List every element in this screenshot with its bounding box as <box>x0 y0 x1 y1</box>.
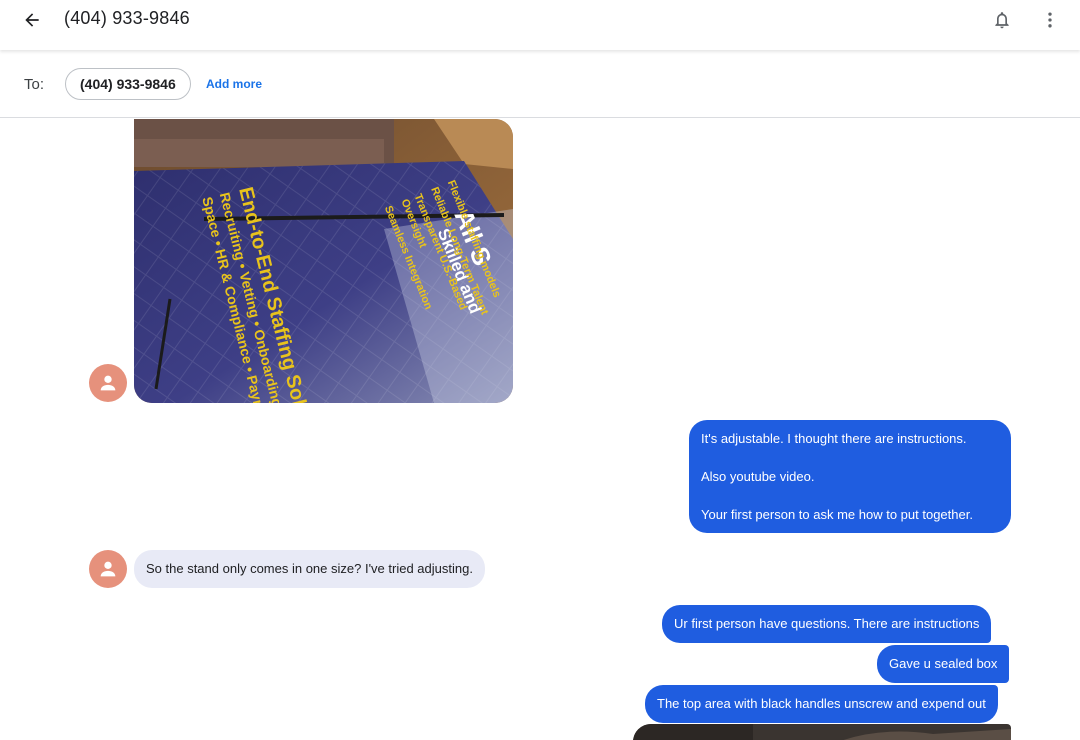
person-icon <box>100 375 116 391</box>
conversation-title: (404) 933-9846 <box>64 8 190 28</box>
person-icon <box>100 561 116 577</box>
app-bar: (404) 933-9846 <box>0 0 1080 50</box>
back-button[interactable] <box>18 6 46 34</box>
arrow-back-icon <box>25 13 39 27</box>
more-vert-icon <box>1048 12 1052 28</box>
recipient-chip[interactable]: (404) 933-9846 <box>65 68 191 100</box>
outgoing-message[interactable]: Gave u sealed box <box>877 645 1010 683</box>
notifications-button[interactable] <box>988 6 1016 34</box>
contact-avatar[interactable] <box>89 364 127 402</box>
recipient-bar: To: (404) 933-9846 Add more <box>0 52 1080 118</box>
outgoing-message[interactable]: The top area with black handles unscrew … <box>645 685 998 723</box>
outgoing-message[interactable]: It's adjustable. I thought there are ins… <box>689 420 1011 533</box>
outgoing-image-attachment[interactable] <box>633 724 1011 740</box>
more-options-button[interactable] <box>1036 6 1064 34</box>
incoming-image-attachment[interactable]: End-to-End Staffing Solutio Recruiting •… <box>134 119 513 403</box>
to-label: To: <box>24 76 45 93</box>
photo-staffing-mat: End-to-End Staffing Solutio Recruiting •… <box>134 119 513 403</box>
incoming-message[interactable]: So the stand only comes in one size? I'v… <box>134 550 485 588</box>
photo-partial <box>633 724 1011 740</box>
contact-avatar[interactable] <box>89 550 127 588</box>
conversation-thread[interactable]: End-to-End Staffing Solutio Recruiting •… <box>0 118 1080 740</box>
bell-icon <box>995 12 1009 29</box>
message-line: Also youtube video. <box>701 469 815 484</box>
message-line: It's adjustable. I thought there are ins… <box>701 431 967 446</box>
add-more-link[interactable]: Add more <box>206 77 262 91</box>
outgoing-message[interactable]: Ur first person have questions. There ar… <box>662 605 992 643</box>
message-line: Your first person to ask me how to put t… <box>701 507 973 522</box>
